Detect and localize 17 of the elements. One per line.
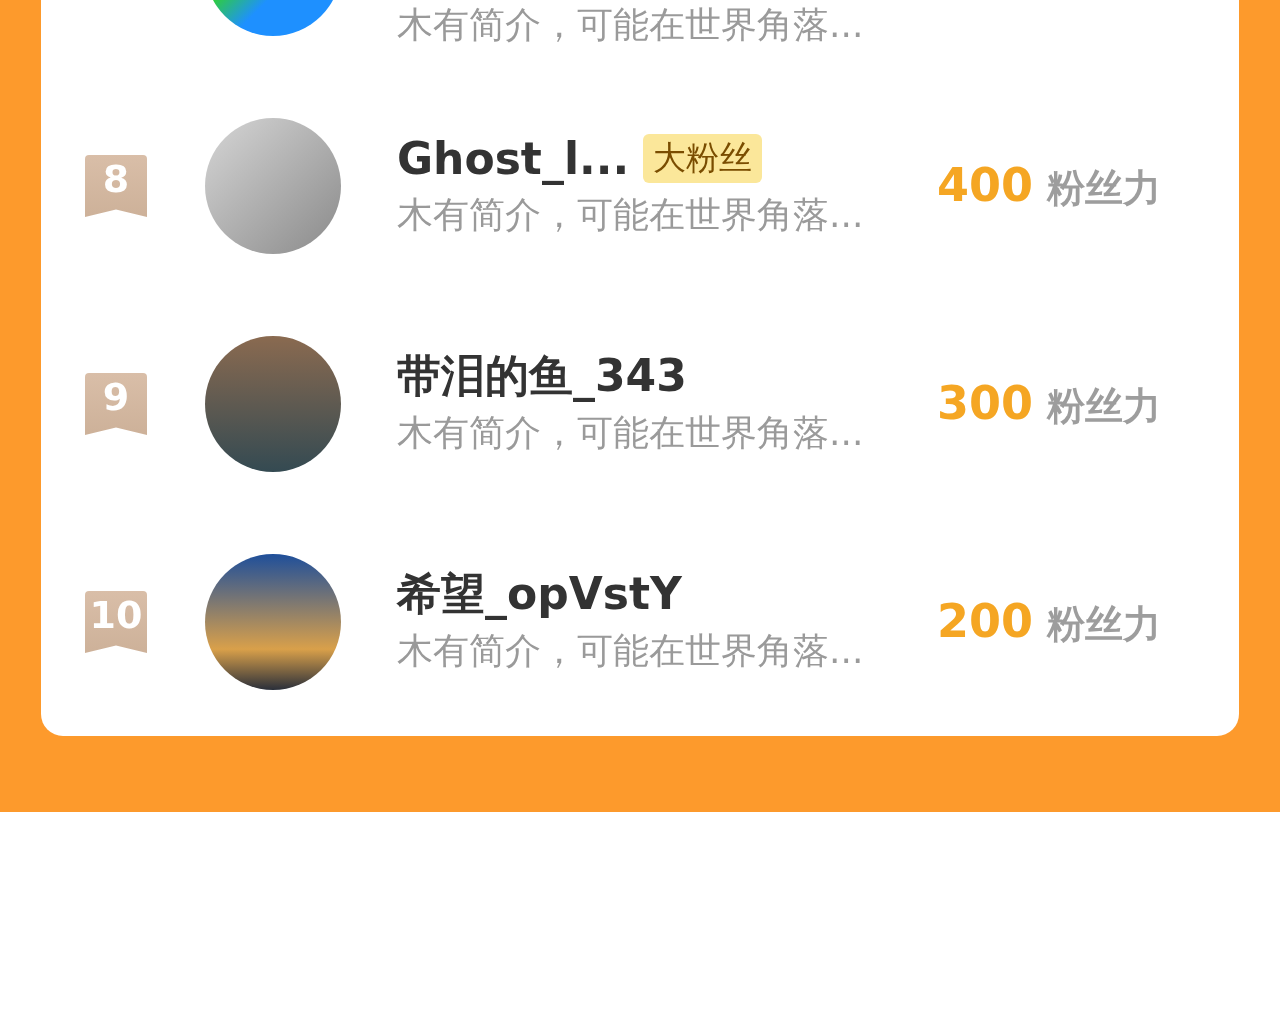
fan-score: 200 — [937, 594, 1034, 648]
fan-score: 300 — [937, 376, 1034, 430]
rank-ribbon: 9 — [85, 373, 147, 435]
user-bio: 木有简介，可能在世界角落... — [397, 3, 865, 47]
rank-ribbon: 10 — [85, 591, 147, 653]
user-bio: 木有简介，可能在世界角落... — [397, 193, 865, 237]
user-name[interactable]: Ghost_l... — [397, 132, 630, 184]
user-name[interactable]: 带泪的鱼_343 — [397, 346, 687, 406]
user-bio: 木有简介，可能在世界角落... — [397, 629, 865, 673]
score-unit: 粉丝力 — [1047, 601, 1162, 648]
score-unit: 粉丝力 — [1047, 383, 1162, 430]
user-name[interactable]: 希望_opVstY — [397, 564, 682, 624]
fan-level-tag: 大粉丝 — [643, 133, 763, 183]
score-unit: 粉丝力 — [1047, 165, 1162, 212]
user-bio: 木有简介，可能在世界角落... — [397, 411, 865, 455]
fan-score: 400 — [937, 158, 1034, 212]
rank-ribbon: 8 — [85, 155, 147, 217]
